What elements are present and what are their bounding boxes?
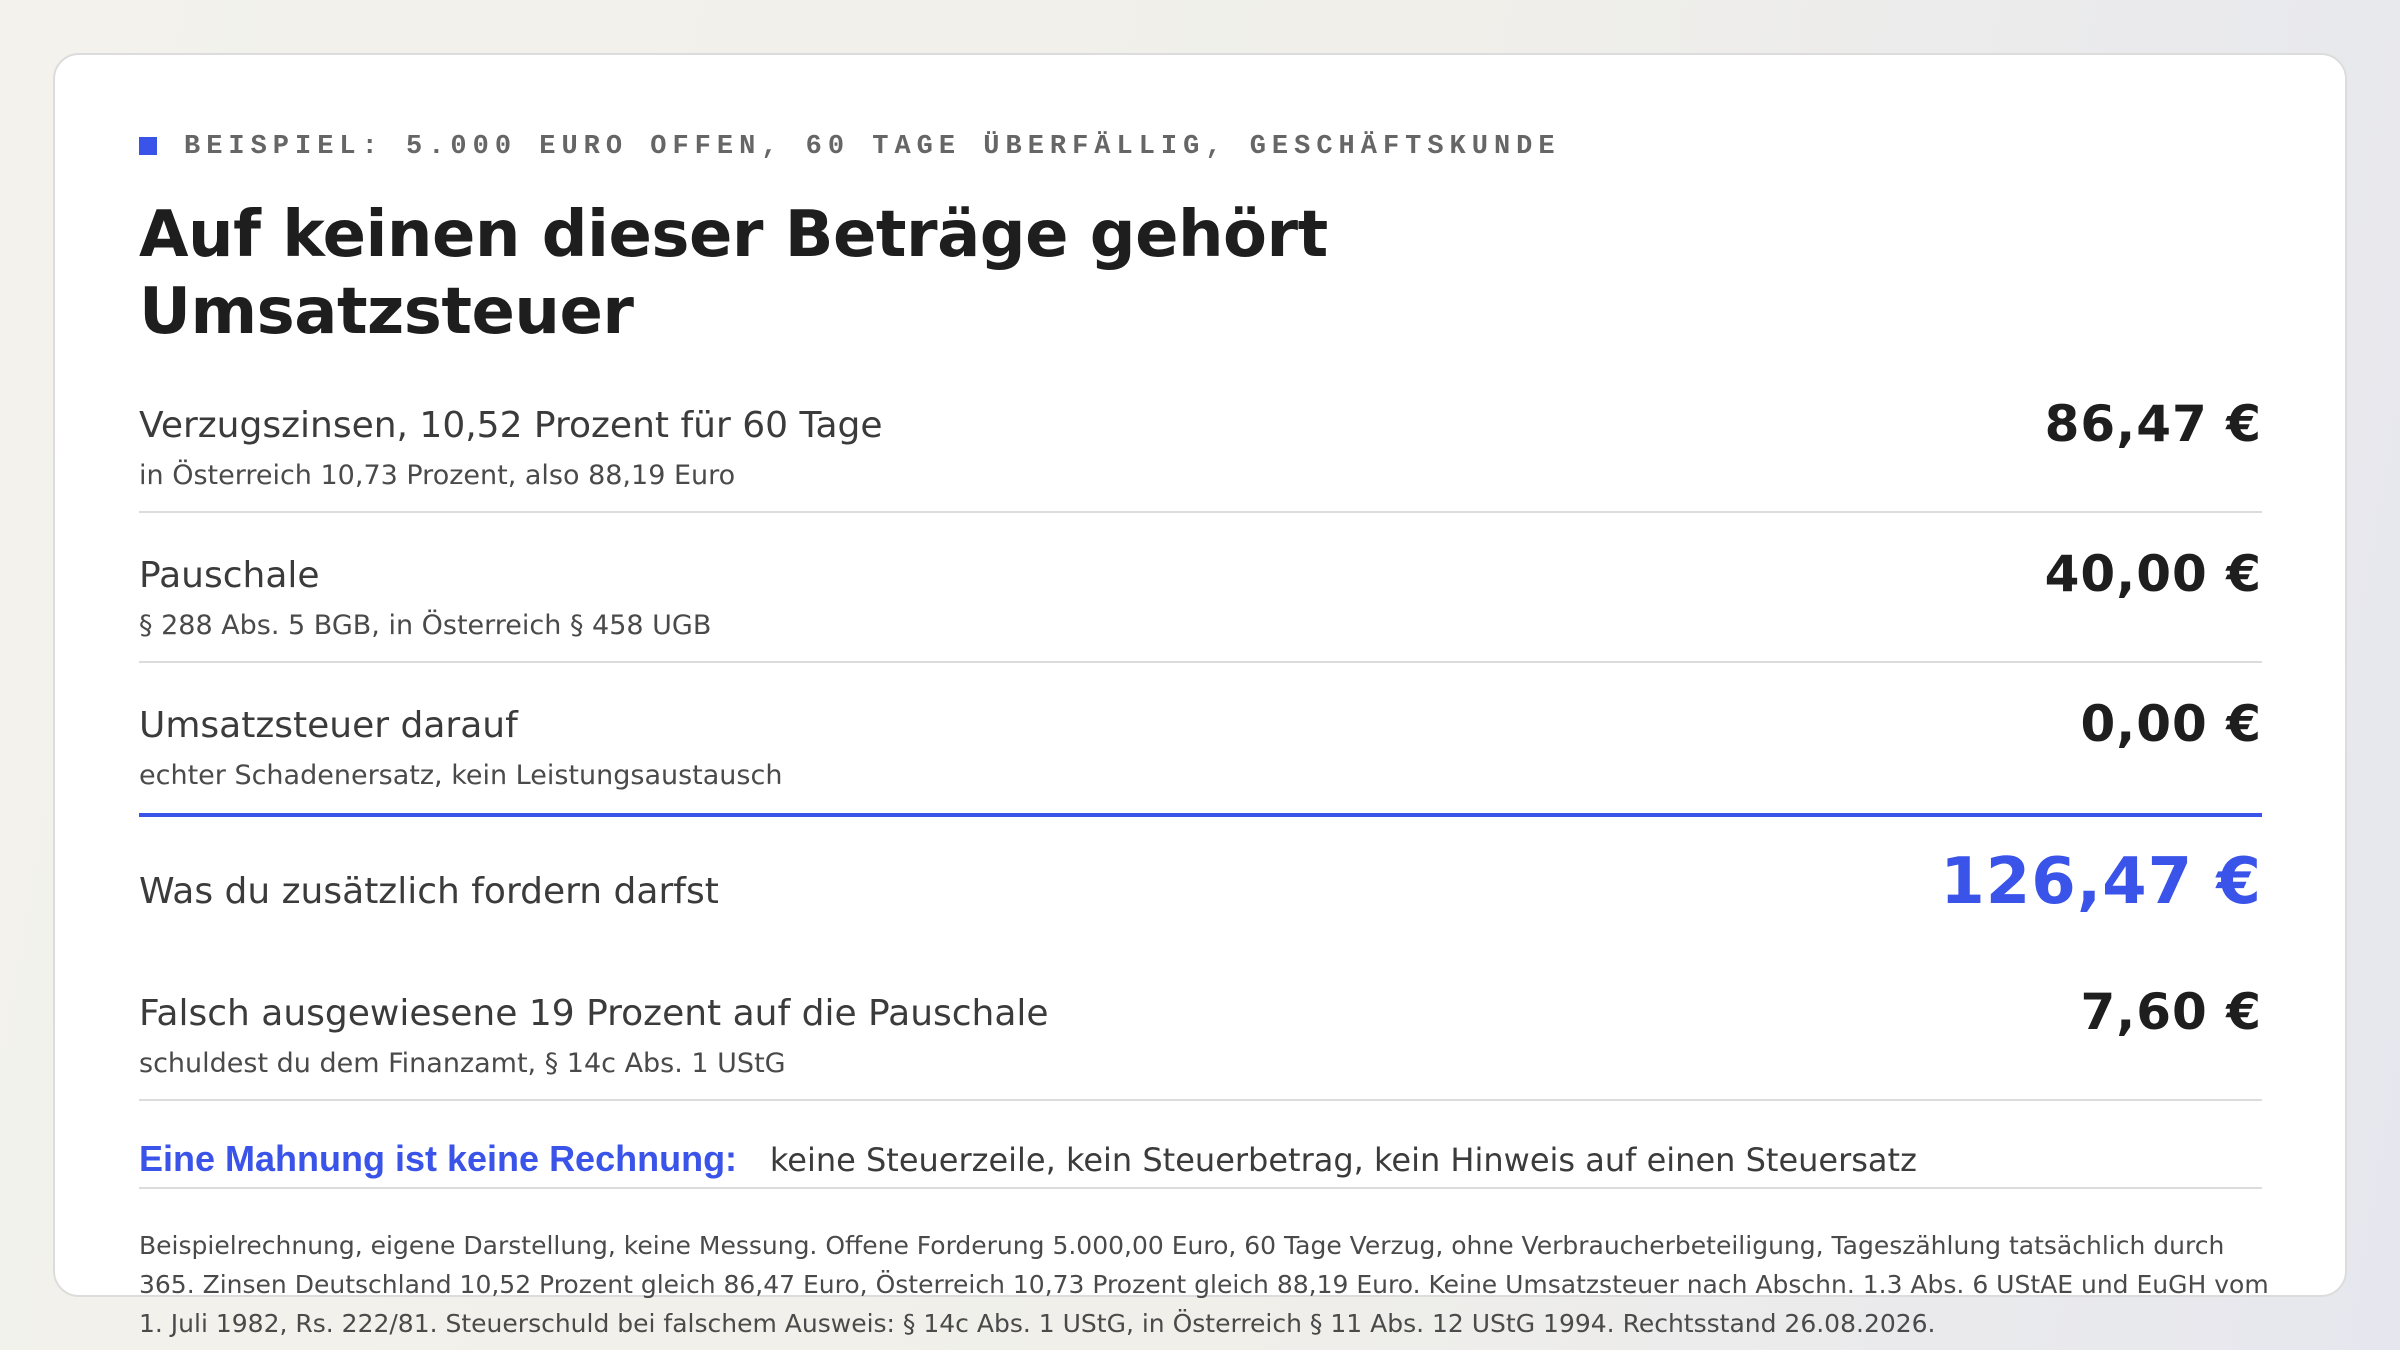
row-sub: schuldest du dem Finanzamt, § 14c Abs. 1… (139, 1048, 786, 1079)
row-value: 7,60 € (2080, 983, 2262, 1041)
note-text: keine Steuerzeile, kein Steuerbetrag, ke… (769, 1141, 1917, 1179)
row-value: 40,00 € (2044, 545, 2262, 603)
square-bullet-icon (139, 137, 157, 155)
eyebrow: BEISPIEL: 5.000 EURO OFFEN, 60 TAGE ÜBER… (139, 132, 1561, 162)
row-value: 86,47 € (2044, 395, 2262, 453)
row-label: Pauschale (139, 555, 320, 596)
calc-row-wrong-vat: Falsch ausgewiesene 19 Prozent auf die P… (139, 983, 2262, 1093)
note-lead: Eine Mahnung ist keine Rechnung: (139, 1138, 738, 1179)
footnote: Beispielrechnung, eigene Darstellung, ke… (139, 1231, 2269, 1338)
divider (139, 511, 2262, 513)
calc-row-flat-fee: Pauschale § 288 Abs. 5 BGB, in Österreic… (139, 545, 2262, 655)
total-value: 126,47 € (1940, 845, 2262, 919)
row-label: Falsch ausgewiesene 19 Prozent auf die P… (139, 993, 1049, 1034)
divider (139, 1099, 2262, 1101)
divider (139, 661, 2262, 663)
calc-row-vat: Umsatzsteuer darauf echter Schadenersatz… (139, 695, 2262, 805)
total-label: Was du zusätzlich fordern darfst (139, 871, 719, 912)
total-divider (139, 813, 2262, 817)
calc-row-total: Was du zusätzlich fordern darfst 126,47 … (139, 845, 2262, 945)
calc-row-interest: Verzugszinsen, 10,52 Prozent für 60 Tage… (139, 395, 2262, 505)
page-title: Auf keinen dieser Beträge gehört Umsatzs… (139, 198, 1328, 349)
row-sub: echter Schadenersatz, kein Leistungsaust… (139, 760, 783, 791)
row-value: 0,00 € (2080, 695, 2262, 753)
info-note: Eine Mahnung ist keine Rechnung: keine S… (139, 1138, 2262, 1180)
row-label: Umsatzsteuer darauf (139, 705, 518, 746)
divider (139, 1187, 2262, 1189)
row-sub: § 288 Abs. 5 BGB, in Österreich § 458 UG… (139, 610, 712, 641)
row-label: Verzugszinsen, 10,52 Prozent für 60 Tage (139, 405, 883, 446)
eyebrow-text: BEISPIEL: 5.000 EURO OFFEN, 60 TAGE ÜBER… (184, 132, 1561, 162)
row-sub: in Österreich 10,73 Prozent, also 88,19 … (139, 460, 736, 491)
